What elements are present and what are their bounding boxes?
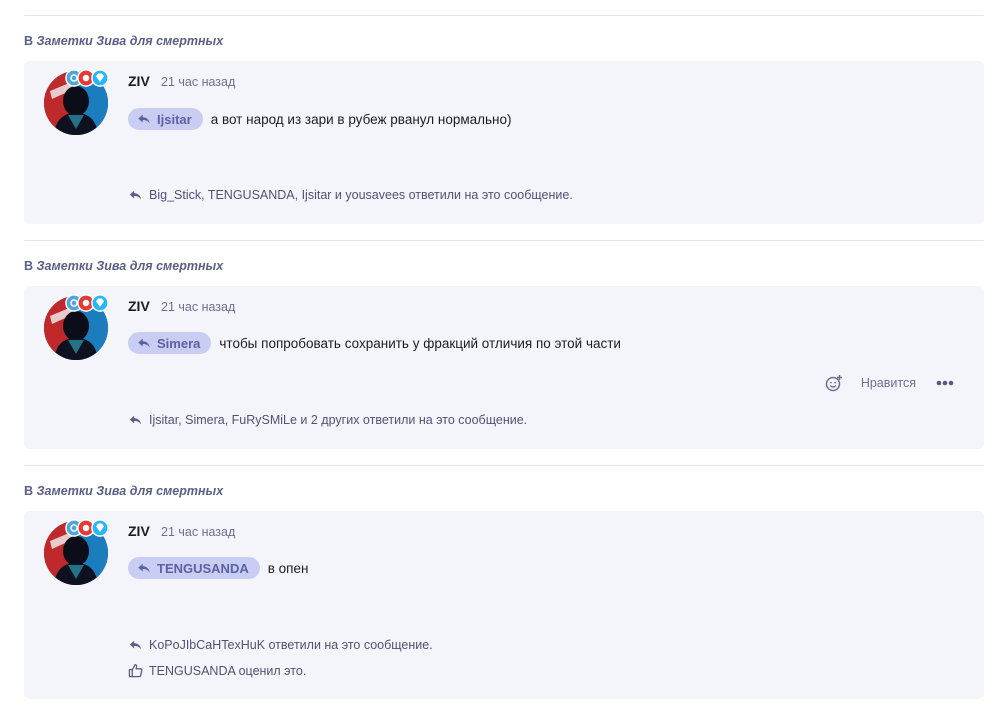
divider bbox=[24, 465, 984, 466]
more-options-icon[interactable] bbox=[936, 380, 954, 386]
context-prefix: В bbox=[24, 259, 34, 273]
reply-arrow-icon bbox=[137, 336, 151, 350]
quote-user: Ijsitar bbox=[157, 111, 192, 127]
quote-chip[interactable]: TENGUSANDA bbox=[128, 557, 260, 579]
thread-link[interactable]: Заметки Зива для смертных bbox=[37, 484, 224, 498]
replies-text: Ijsitar, Simera, FuRySMiLe и 2 других от… bbox=[149, 413, 528, 427]
post-time[interactable]: 21 час назад bbox=[161, 75, 235, 89]
replies-text: Big_Stick, TENGUSANDA, Ijsitar и yousave… bbox=[149, 188, 573, 202]
avatar[interactable] bbox=[44, 296, 108, 360]
divider bbox=[24, 240, 984, 241]
reply-arrow-icon bbox=[137, 561, 151, 575]
post-body: TENGUSANDA в опен bbox=[128, 557, 308, 579]
quote-user: TENGUSANDA bbox=[157, 560, 249, 576]
reply-arrow-icon bbox=[128, 188, 143, 202]
quote-chip[interactable]: Simera bbox=[128, 332, 212, 354]
post-card: ZIV 21 час назад Ijsitar а вот народ из … bbox=[24, 61, 984, 224]
replies-summary[interactable]: KoPoJIbCaHTexHuK ответили на это сообщен… bbox=[128, 638, 433, 652]
avatar[interactable] bbox=[44, 521, 108, 585]
post-body: Simera чтобы попробовать сохранить у фра… bbox=[128, 332, 621, 354]
replies-summary[interactable]: Ijsitar, Simera, FuRySMiLe и 2 других от… bbox=[128, 413, 527, 427]
activity-feed: В Заметки Зива для смертных ZIV 21 час н… bbox=[0, 0, 995, 713]
thread-link[interactable]: Заметки Зива для смертных bbox=[37, 34, 224, 48]
like-button[interactable]: Нравится bbox=[861, 376, 916, 390]
post-context: В Заметки Зива для смертных bbox=[24, 34, 223, 48]
post-actions: Нравится bbox=[825, 374, 954, 392]
post-card: ZIV 21 час назад Simera чтобы попробоват… bbox=[24, 286, 984, 449]
context-prefix: В bbox=[24, 484, 34, 498]
post-text: а вот народ из зари в рубеж рванул норма… bbox=[210, 111, 512, 127]
replies-text: KoPoJIbCaHTexHuK ответили на это сообщен… bbox=[149, 638, 433, 652]
reactions-text: TENGUSANDA оценил это. bbox=[149, 663, 307, 678]
post-body: Ijsitar а вот народ из зари в рубеж рван… bbox=[128, 108, 512, 130]
post-time[interactable]: 21 час назад bbox=[161, 525, 235, 539]
reply-arrow-icon bbox=[128, 638, 143, 652]
thumbs-up-icon bbox=[128, 664, 143, 678]
author-name[interactable]: ZIV bbox=[128, 73, 150, 89]
avatar-badge-icon bbox=[91, 69, 109, 87]
divider bbox=[24, 15, 984, 16]
avatar-badge-icon bbox=[91, 519, 109, 537]
post-time[interactable]: 21 час назад bbox=[161, 300, 235, 314]
post-context: В Заметки Зива для смертных bbox=[24, 484, 223, 498]
avatar[interactable] bbox=[44, 71, 108, 135]
replies-summary[interactable]: Big_Stick, TENGUSANDA, Ijsitar и yousave… bbox=[128, 188, 573, 202]
reply-arrow-icon bbox=[137, 112, 151, 126]
author-name[interactable]: ZIV bbox=[128, 523, 150, 539]
quote-chip[interactable]: Ijsitar bbox=[128, 108, 203, 130]
avatar-badge-icon bbox=[91, 294, 109, 312]
thread-link[interactable]: Заметки Зива для смертных bbox=[37, 259, 224, 273]
context-prefix: В bbox=[24, 34, 34, 48]
post-context: В Заметки Зива для смертных bbox=[24, 259, 223, 273]
post-card: ZIV 21 час назад TENGUSANDA в опен KoPoJ… bbox=[24, 511, 984, 699]
author-name[interactable]: ZIV bbox=[128, 298, 150, 314]
post-text: в опен bbox=[267, 560, 309, 576]
reactions-summary[interactable]: TENGUSANDA оценил это. bbox=[128, 663, 306, 678]
quote-user: Simera bbox=[157, 335, 201, 351]
add-reaction-icon[interactable] bbox=[825, 374, 843, 392]
post-text: чтобы попробовать сохранить у фракций от… bbox=[219, 335, 621, 351]
reply-arrow-icon bbox=[128, 413, 143, 427]
